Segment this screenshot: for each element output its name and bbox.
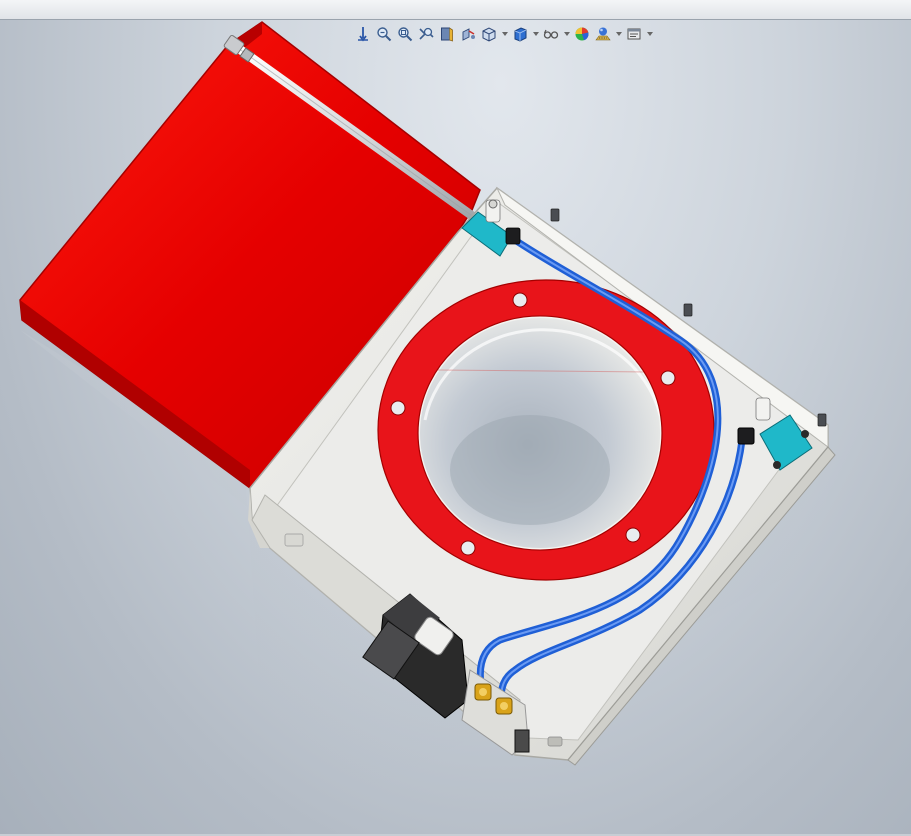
- model-viewport[interactable]: [0, 0, 911, 836]
